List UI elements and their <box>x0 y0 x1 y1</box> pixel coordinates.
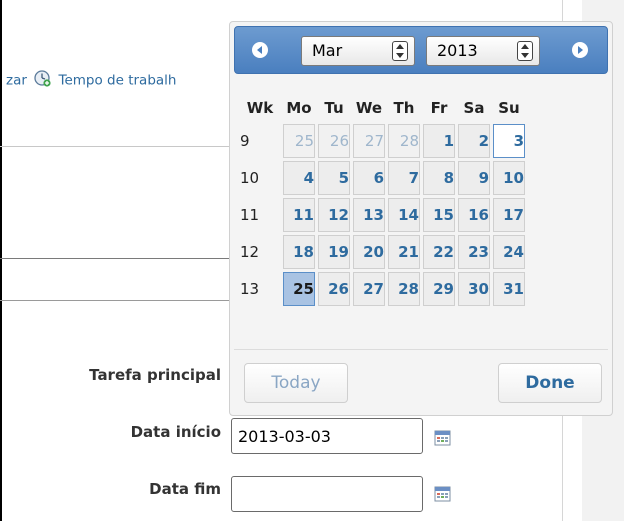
section-divider <box>0 258 240 259</box>
calendar-day[interactable]: 12 <box>318 198 350 232</box>
calendar-week-row: 11 11 12 13 14 15 16 17 <box>237 198 525 232</box>
calendar-day[interactable]: 18 <box>283 235 315 269</box>
calendar-day[interactable]: 27 <box>353 272 385 306</box>
month-select-value: Mar <box>312 41 343 60</box>
calendar-day-highlighted[interactable]: 3 <box>493 124 525 158</box>
calendar-day[interactable]: 14 <box>388 198 420 232</box>
chevron-right-icon <box>578 46 583 54</box>
calendar-day-selected[interactable]: 25 <box>283 272 315 306</box>
calendar-day[interactable]: 28 <box>388 272 420 306</box>
calendar-day[interactable]: 21 <box>388 235 420 269</box>
next-month-button[interactable] <box>572 42 588 58</box>
calendar-day[interactable]: 26 <box>318 124 350 158</box>
week-number: 10 <box>240 169 260 187</box>
calendar-day[interactable]: 17 <box>493 198 525 232</box>
year-select[interactable]: 2013 <box>426 36 540 66</box>
calendar-day[interactable]: 5 <box>318 161 350 195</box>
calendar-day[interactable]: 19 <box>318 235 350 269</box>
calendar-day[interactable]: 24 <box>493 235 525 269</box>
calendar-week-row: 13 25 26 27 28 29 30 31 <box>237 272 525 306</box>
work-time-link[interactable]: zar Tempo de trabalh <box>6 70 176 91</box>
weekday-header: Tu <box>324 99 344 117</box>
calendar-day[interactable]: 26 <box>318 272 350 306</box>
today-button[interactable]: Today <box>244 363 348 403</box>
calendar-icon[interactable] <box>434 429 452 447</box>
end-date-input[interactable] <box>231 476 423 512</box>
section-divider <box>0 300 240 301</box>
parent-task-label: Tarefa principal <box>89 366 221 384</box>
month-select[interactable]: Mar <box>301 36 415 66</box>
datepicker-divider <box>234 349 608 350</box>
calendar-day[interactable]: 4 <box>283 161 315 195</box>
datepicker: Mar 2013 Wk Mo Tu We Th Fr Sa Su 9 25 26… <box>229 21 613 416</box>
calendar-day[interactable]: 8 <box>423 161 455 195</box>
calendar-day[interactable]: 25 <box>283 124 315 158</box>
start-date-label: Data início <box>130 423 221 441</box>
calendar-day[interactable]: 10 <box>493 161 525 195</box>
calendar-day[interactable]: 7 <box>388 161 420 195</box>
end-date-label: Data fim <box>149 480 221 498</box>
calendar-day[interactable]: 27 <box>353 124 385 158</box>
clock-add-icon <box>34 70 51 91</box>
calendar-day[interactable]: 11 <box>283 198 315 232</box>
calendar-day[interactable]: 13 <box>353 198 385 232</box>
calendar-grid: Wk Mo Tu We Th Fr Sa Su 9 25 26 27 28 1 … <box>234 92 528 309</box>
calendar-day[interactable]: 23 <box>458 235 490 269</box>
select-arrows-icon <box>517 41 533 61</box>
prev-month-button[interactable] <box>252 42 268 58</box>
calendar-day[interactable]: 16 <box>458 198 490 232</box>
weekday-header: Su <box>498 99 520 117</box>
weekday-header: Wk <box>246 99 274 117</box>
week-number: 9 <box>240 132 250 150</box>
week-number: 13 <box>240 280 260 298</box>
calendar-day[interactable]: 29 <box>423 272 455 306</box>
calendar-day[interactable]: 22 <box>423 235 455 269</box>
week-number: 11 <box>240 206 260 224</box>
calendar-day[interactable]: 6 <box>353 161 385 195</box>
calendar-week-row: 9 25 26 27 28 1 2 3 <box>237 124 525 158</box>
calendar-icon[interactable] <box>434 485 452 503</box>
year-select-value: 2013 <box>437 41 478 60</box>
section-divider <box>0 146 240 147</box>
calendar-day[interactable]: 1 <box>423 124 455 158</box>
chevron-left-icon <box>257 46 262 54</box>
page-left-border <box>0 0 2 521</box>
weekday-header: Mo <box>286 99 312 117</box>
weekday-header: We <box>355 99 383 117</box>
weekday-header: Fr <box>430 99 448 117</box>
calendar-day[interactable]: 2 <box>458 124 490 158</box>
calendar-day[interactable]: 31 <box>493 272 525 306</box>
top-link-prefix: zar <box>6 72 27 89</box>
done-button[interactable]: Done <box>498 363 602 403</box>
calendar-week-row: 10 4 5 6 7 8 9 10 <box>237 161 525 195</box>
datepicker-header: Mar 2013 <box>234 26 608 74</box>
calendar-day[interactable]: 30 <box>458 272 490 306</box>
select-arrows-icon <box>392 41 408 61</box>
calendar-day[interactable]: 9 <box>458 161 490 195</box>
week-number: 12 <box>240 243 260 261</box>
calendar-day[interactable]: 15 <box>423 198 455 232</box>
weekday-header: Th <box>393 99 415 117</box>
calendar-day[interactable]: 20 <box>353 235 385 269</box>
weekday-header: Sa <box>463 99 485 117</box>
start-date-input[interactable] <box>231 418 423 454</box>
work-time-link-label: Tempo de trabalh <box>58 72 177 89</box>
calendar-week-row: 12 18 19 20 21 22 23 24 <box>237 235 525 269</box>
calendar-day[interactable]: 28 <box>388 124 420 158</box>
